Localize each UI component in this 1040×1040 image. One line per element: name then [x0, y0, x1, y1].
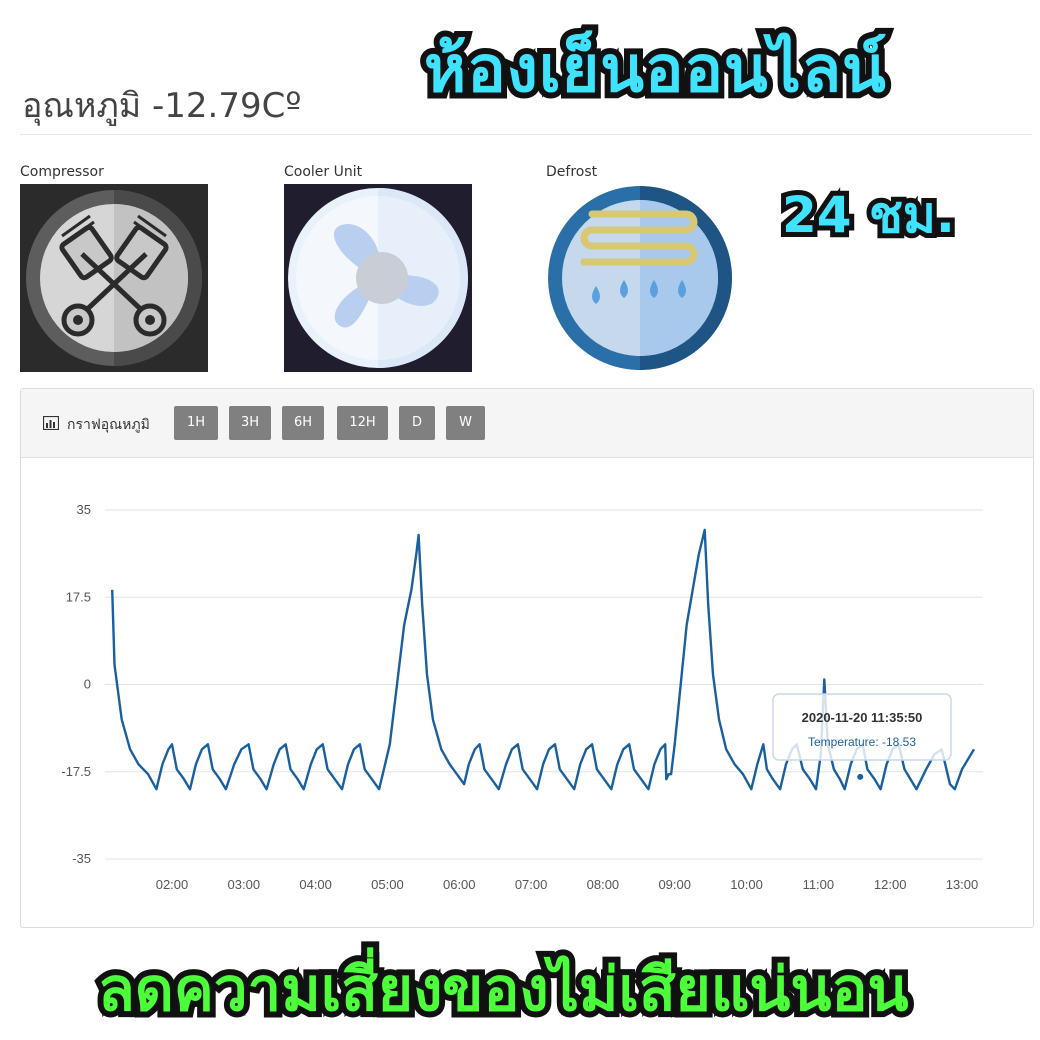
promo-hours: 24 ชม. — [777, 181, 960, 249]
x-tick-label: 05:00 — [371, 877, 404, 892]
graph-panel-title: กราฟอุณหภูมิ — [67, 417, 150, 433]
x-tick-label: 07:00 — [515, 877, 548, 892]
device-label: Cooler Unit — [284, 164, 363, 180]
x-tick-label: 11:00 — [803, 877, 835, 892]
graph-panel-header: กราฟอุณหภูมิ 1H 3H 6H 12H D W — [21, 389, 1033, 458]
y-tick-label: 35 — [77, 502, 91, 517]
x-tick-label: 13:00 — [946, 877, 979, 892]
chart-tooltip: 2020-11-20 11:35:50 Temperature: -18.53 — [772, 693, 952, 780]
y-tick-label: -35 — [72, 851, 91, 866]
y-tick-label: -17.5 — [61, 764, 91, 779]
tooltip-title: 2020-11-20 11:35:50 — [802, 710, 923, 725]
range-button-6h[interactable]: 6H — [282, 406, 324, 440]
x-tick-label: 02:00 — [156, 877, 189, 892]
device-compressor: Compressor — [20, 164, 208, 372]
y-tick-label: 0 — [84, 677, 91, 692]
x-tick-label: 10:00 — [730, 877, 763, 892]
range-button-3h[interactable]: 3H — [229, 406, 271, 440]
promo-tagline: ลดความเสี่ยงของไม่เสียแน่นอน — [92, 949, 914, 1031]
compressor-pistons-icon — [20, 184, 208, 372]
device-defrost: Defrost — [546, 164, 734, 372]
tooltip-value: Temperature: -18.53 — [808, 735, 916, 749]
header-divider — [20, 134, 1032, 135]
temperature-title: อุณหภูมิ -12.79Cº — [22, 86, 302, 126]
device-label: Defrost — [546, 164, 598, 180]
defrost-coil-icon — [546, 184, 734, 372]
temperature-graph-panel: กราฟอุณหภูมิ 1H 3H 6H 12H D W 35 17.5 0 -17… — [20, 388, 1034, 928]
x-tick-label: 08:00 — [587, 877, 620, 892]
range-button-12h[interactable]: 12H — [337, 406, 388, 440]
y-tick-label: 17.5 — [66, 589, 91, 604]
range-button-week[interactable]: W — [446, 406, 485, 440]
x-tick-label: 12:00 — [874, 877, 907, 892]
x-tick-label: 09:00 — [658, 877, 691, 892]
device-cooler-unit: Cooler Unit — [284, 164, 472, 372]
bar-chart-icon — [43, 416, 59, 430]
tooltip-point-marker — [857, 773, 864, 780]
range-button-day[interactable]: D — [399, 406, 435, 440]
x-tick-label: 06:00 — [443, 877, 476, 892]
x-tick-label: 04:00 — [299, 877, 332, 892]
range-button-1h[interactable]: 1H — [174, 406, 218, 440]
temperature-line-chart: 35 17.5 0 -17.5 -35 02:00 03:00 04:00 05:00 06:0… — [61, 502, 983, 892]
promo-title: ห้องเย็นออนไลน์ — [418, 27, 892, 113]
fan-icon — [284, 184, 472, 372]
device-label: Compressor — [20, 164, 104, 180]
x-tick-label: 03:00 — [228, 877, 261, 892]
